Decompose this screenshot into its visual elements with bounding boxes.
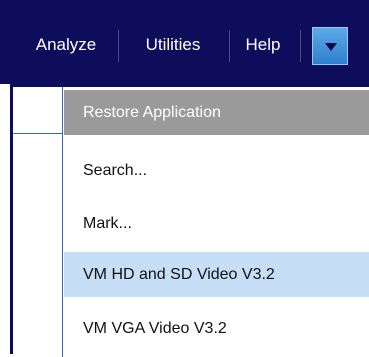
- chevron-down-icon: [325, 43, 337, 51]
- menu-analyze[interactable]: Analyze: [22, 28, 110, 62]
- menu-gutter: [13, 87, 63, 357]
- menu-item-vm-hd-sd-video[interactable]: VM HD and SD Video V3.2: [64, 252, 369, 297]
- menu-utilities[interactable]: Utilities: [122, 28, 224, 62]
- menu-separator: [118, 30, 119, 62]
- menu-separator: [300, 30, 301, 62]
- menu-item-search[interactable]: Search...: [64, 148, 369, 193]
- menu-help[interactable]: Help: [233, 28, 293, 62]
- menu-separator: [229, 30, 230, 62]
- menu-gutter-header: [13, 87, 63, 134]
- menu-item-vm-vga-video[interactable]: VM VGA Video V3.2: [64, 306, 369, 351]
- menu-item-restore-application[interactable]: Restore Application: [64, 90, 369, 135]
- dropdown-menu: Restore Application Search... Mark... VM…: [10, 84, 369, 357]
- menu-item-mark[interactable]: Mark...: [64, 201, 369, 246]
- dropdown-button[interactable]: [312, 27, 348, 65]
- menu-bar: Analyze Utilities Help: [0, 0, 369, 84]
